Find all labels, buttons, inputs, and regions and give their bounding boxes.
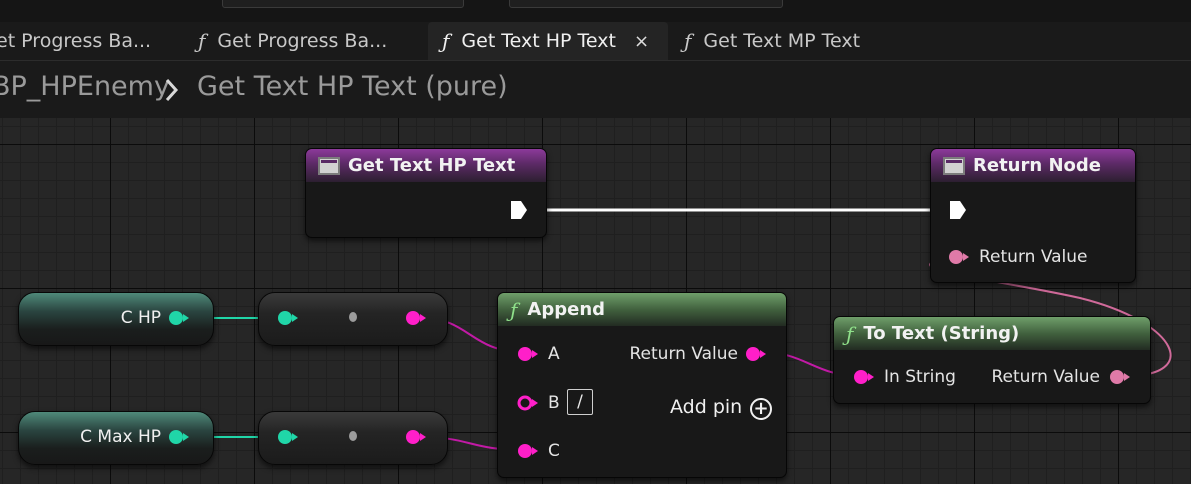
pin-label: A (548, 344, 560, 364)
function-entry-node[interactable]: Get Text HP Text (305, 148, 547, 238)
function-icon: ƒ (442, 29, 450, 53)
pin-label: Return Value (629, 344, 739, 364)
pin-label: Return Value (991, 367, 1101, 387)
int-to-string-conversion-node[interactable] (258, 292, 448, 346)
exec-in-pin[interactable] (948, 199, 968, 221)
int-to-string-conversion-node[interactable] (258, 411, 448, 465)
function-icon: ƒ (846, 321, 854, 346)
add-pin-label[interactable]: Add pin (670, 396, 742, 418)
variable-label: C Max HP (80, 427, 161, 447)
string-out-pin[interactable] (404, 309, 428, 327)
pin-label: B (548, 393, 560, 413)
toolbar-field[interactable] (509, 0, 783, 8)
pin-label: Return Value (979, 247, 1088, 267)
tab-label: Get Text HP Text (461, 30, 616, 52)
string-in-pin-c[interactable] (516, 442, 540, 460)
exec-out-pin[interactable] (509, 199, 529, 221)
node-title: Return Node (973, 155, 1101, 176)
conversion-dot-icon (349, 312, 357, 322)
conversion-dot-icon (349, 431, 357, 441)
blueprint-graph-canvas[interactable]: Get Text HP Text Return Node Return Valu… (0, 118, 1191, 484)
append-node[interactable]: ƒ Append A B / C Return Value Add pin + (497, 292, 787, 478)
tab-get-text-mp-text[interactable]: ƒ Get Text MP Text (684, 22, 860, 60)
return-value-pin[interactable] (947, 248, 971, 266)
variable-get-c-hp[interactable]: C HP (18, 292, 214, 346)
breadcrumb-parent[interactable]: BP_HPEnemy (0, 71, 170, 102)
node-header: ƒ Append (498, 293, 786, 326)
node-header: Return Node (931, 149, 1135, 182)
return-node-icon (943, 156, 965, 175)
string-out-pin[interactable] (744, 345, 768, 363)
int-in-pin[interactable] (276, 309, 300, 327)
pin-label: In String (884, 367, 956, 387)
node-header: Get Text HP Text (306, 149, 546, 182)
tab-get-progress-bar-1[interactable]: et Progress Ba... (0, 22, 151, 60)
text-out-pin[interactable] (1108, 368, 1132, 386)
top-toolbar-strip (0, 0, 1191, 22)
breadcrumb: BP_HPEnemy Get Text HP Text (pure) (0, 60, 1191, 119)
add-pin-icon[interactable]: + (750, 398, 772, 420)
tab-get-progress-bar-2[interactable]: ƒ Get Progress Ba... (198, 22, 387, 60)
string-in-pin-a[interactable] (516, 345, 540, 363)
int-out-pin[interactable] (167, 428, 191, 446)
breadcrumb-current: Get Text HP Text (pure) (197, 71, 508, 102)
function-entry-icon (318, 156, 340, 175)
tab-label: Get Progress Ba... (217, 30, 388, 52)
function-icon: ƒ (684, 29, 692, 53)
tab-bar: et Progress Ba... ƒ Get Progress Ba... ƒ… (0, 22, 1191, 60)
tab-get-text-hp-text[interactable]: ƒ Get Text HP Text × (428, 22, 668, 60)
variable-get-c-max-hp[interactable]: C Max HP (18, 411, 214, 465)
string-in-pin-b[interactable] (516, 394, 540, 412)
node-title: To Text (String) (863, 323, 1020, 344)
string-out-pin[interactable] (404, 428, 428, 446)
pin-label: C (548, 441, 560, 461)
string-in-pin[interactable] (852, 368, 876, 386)
function-icon: ƒ (510, 297, 518, 322)
int-out-pin[interactable] (167, 309, 191, 327)
close-icon[interactable]: × (634, 31, 649, 52)
tab-label: et Progress Ba... (0, 30, 152, 52)
tab-label: Get Text MP Text (703, 30, 861, 52)
function-icon: ƒ (198, 29, 206, 53)
return-node[interactable]: Return Node Return Value (930, 148, 1136, 283)
variable-label: C HP (120, 308, 161, 328)
chevron-right-icon (165, 78, 179, 102)
pin-b-text-field[interactable]: / (567, 389, 593, 415)
node-title: Append (527, 299, 606, 320)
node-header: ƒ To Text (String) (834, 317, 1150, 350)
to-text-string-node[interactable]: ƒ To Text (String) In String Return Valu… (833, 316, 1151, 404)
node-title: Get Text HP Text (348, 155, 516, 176)
int-in-pin[interactable] (276, 428, 300, 446)
toolbar-field[interactable] (222, 0, 464, 8)
